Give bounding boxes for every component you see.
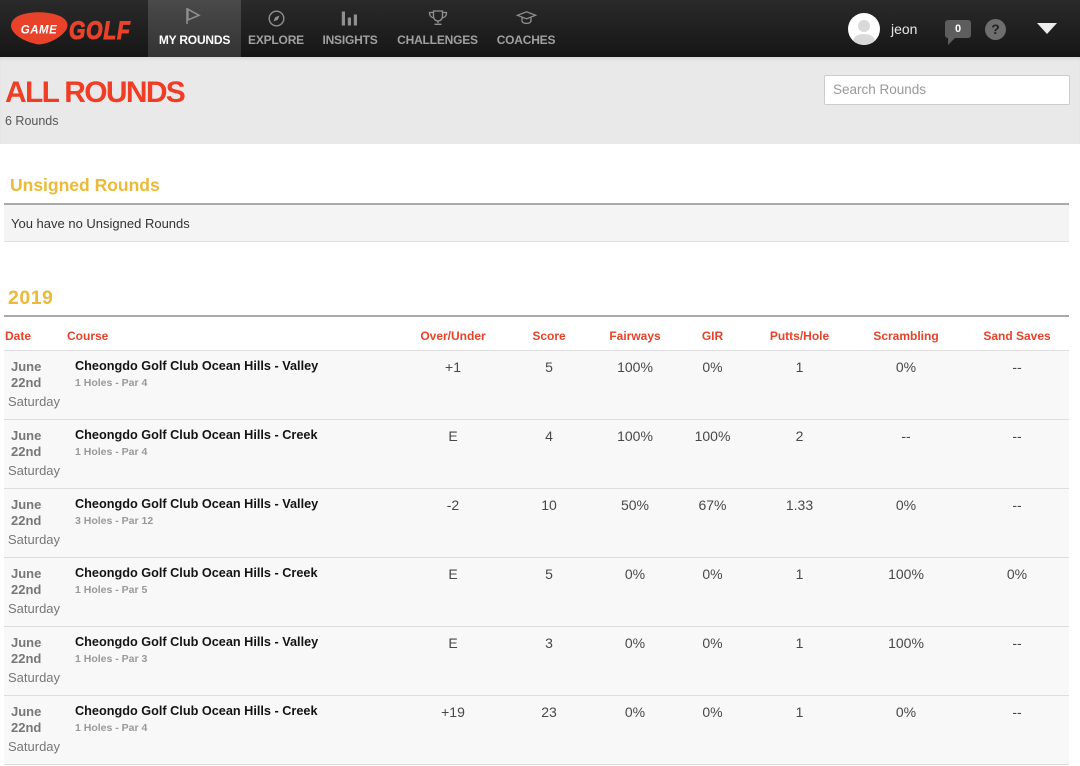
svg-text:GAME: GAME [21, 25, 58, 37]
